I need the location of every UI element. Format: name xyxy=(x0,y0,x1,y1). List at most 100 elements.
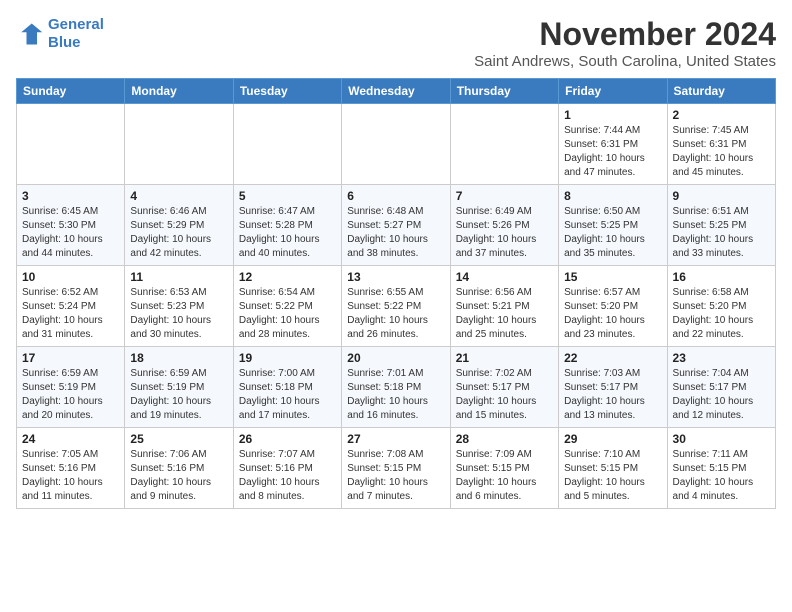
day-number: 1 xyxy=(564,108,661,122)
day-number: 26 xyxy=(239,432,336,446)
day-number: 4 xyxy=(130,189,227,203)
day-info: Sunrise: 7:04 AM Sunset: 5:17 PM Dayligh… xyxy=(673,367,770,423)
day-info: Sunrise: 6:57 AM Sunset: 5:20 PM Dayligh… xyxy=(564,286,661,342)
calendar-cell: 28 Sunrise: 7:09 AM Sunset: 5:15 PM Dayli… xyxy=(450,428,558,509)
day-number: 18 xyxy=(130,351,227,365)
weekday-header-thursday: Thursday xyxy=(450,79,558,104)
day-info: Sunrise: 7:44 AM Sunset: 6:31 PM Dayligh… xyxy=(564,124,661,180)
calendar-cell: 18 Sunrise: 6:59 AM Sunset: 5:19 PM Dayli… xyxy=(125,347,233,428)
calendar-cell: 10Sunrise: 6:52 AM Sunset: 5:24 PM Dayli… xyxy=(17,266,125,347)
day-info: Sunrise: 7:01 AM Sunset: 5:18 PM Dayligh… xyxy=(347,367,444,423)
weekday-header-tuesday: Tuesday xyxy=(233,79,341,104)
calendar-cell: 20 Sunrise: 7:01 AM Sunset: 5:18 PM Dayli… xyxy=(342,347,450,428)
day-number: 20 xyxy=(347,351,444,365)
calendar-cell: 27 Sunrise: 7:08 AM Sunset: 5:15 PM Dayli… xyxy=(342,428,450,509)
day-number: 22 xyxy=(564,351,661,365)
calendar-cell: 19 Sunrise: 7:00 AM Sunset: 5:18 PM Dayli… xyxy=(233,347,341,428)
month-title: November 2024 xyxy=(474,16,776,53)
day-number: 13 xyxy=(347,270,444,284)
calendar-cell: 6Sunrise: 6:48 AM Sunset: 5:27 PM Daylig… xyxy=(342,185,450,266)
calendar-cell: 9 Sunrise: 6:51 AM Sunset: 5:25 PM Daylig… xyxy=(667,185,775,266)
calendar-cell: 16 Sunrise: 6:58 AM Sunset: 5:20 PM Dayli… xyxy=(667,266,775,347)
calendar-cell: 5 Sunrise: 6:47 AM Sunset: 5:28 PM Daylig… xyxy=(233,185,341,266)
calendar-cell: 1 Sunrise: 7:44 AM Sunset: 6:31 PM Daylig… xyxy=(559,104,667,185)
logo-text: General Blue xyxy=(48,16,104,52)
calendar-cell: 11Sunrise: 6:53 AM Sunset: 5:23 PM Dayli… xyxy=(125,266,233,347)
day-info: Sunrise: 6:47 AM Sunset: 5:28 PM Dayligh… xyxy=(239,205,336,261)
day-number: 9 xyxy=(673,189,770,203)
day-info: Sunrise: 6:45 AM Sunset: 5:30 PM Dayligh… xyxy=(22,205,119,261)
day-number: 21 xyxy=(456,351,553,365)
day-number: 19 xyxy=(239,351,336,365)
day-info: Sunrise: 7:11 AM Sunset: 5:15 PM Dayligh… xyxy=(673,448,770,504)
week-row-2: 3Sunrise: 6:45 AM Sunset: 5:30 PM Daylig… xyxy=(17,185,776,266)
day-number: 14 xyxy=(456,270,553,284)
calendar-cell: 29 Sunrise: 7:10 AM Sunset: 5:15 PM Dayli… xyxy=(559,428,667,509)
calendar-cell xyxy=(233,104,341,185)
calendar-cell xyxy=(17,104,125,185)
day-number: 17 xyxy=(22,351,119,365)
calendar-cell: 21 Sunrise: 7:02 AM Sunset: 5:17 PM Dayli… xyxy=(450,347,558,428)
day-info: Sunrise: 6:50 AM Sunset: 5:25 PM Dayligh… xyxy=(564,205,661,261)
week-row-1: 1 Sunrise: 7:44 AM Sunset: 6:31 PM Daylig… xyxy=(17,104,776,185)
day-number: 5 xyxy=(239,189,336,203)
day-number: 24 xyxy=(22,432,119,446)
week-row-5: 24 Sunrise: 7:05 AM Sunset: 5:16 PM Dayli… xyxy=(17,428,776,509)
calendar-cell: 3Sunrise: 6:45 AM Sunset: 5:30 PM Daylig… xyxy=(17,185,125,266)
day-number: 27 xyxy=(347,432,444,446)
weekday-header-monday: Monday xyxy=(125,79,233,104)
calendar-table: SundayMondayTuesdayWednesdayThursdayFrid… xyxy=(16,78,776,509)
calendar-cell: 24 Sunrise: 7:05 AM Sunset: 5:16 PM Dayli… xyxy=(17,428,125,509)
day-info: Sunrise: 7:45 AM Sunset: 6:31 PM Dayligh… xyxy=(673,124,770,180)
calendar-cell: 12Sunrise: 6:54 AM Sunset: 5:22 PM Dayli… xyxy=(233,266,341,347)
weekday-header-row: SundayMondayTuesdayWednesdayThursdayFrid… xyxy=(17,79,776,104)
logo-blue: Blue xyxy=(48,34,81,51)
day-info: Sunrise: 7:07 AM Sunset: 5:16 PM Dayligh… xyxy=(239,448,336,504)
day-info: Sunrise: 6:59 AM Sunset: 5:19 PM Dayligh… xyxy=(130,367,227,423)
day-number: 29 xyxy=(564,432,661,446)
day-info: Sunrise: 7:03 AM Sunset: 5:17 PM Dayligh… xyxy=(564,367,661,423)
calendar-cell: 30 Sunrise: 7:11 AM Sunset: 5:15 PM Dayli… xyxy=(667,428,775,509)
calendar-cell: 23 Sunrise: 7:04 AM Sunset: 5:17 PM Dayli… xyxy=(667,347,775,428)
day-info: Sunrise: 7:08 AM Sunset: 5:15 PM Dayligh… xyxy=(347,448,444,504)
day-info: Sunrise: 6:58 AM Sunset: 5:20 PM Dayligh… xyxy=(673,286,770,342)
day-number: 15 xyxy=(564,270,661,284)
day-info: Sunrise: 6:59 AM Sunset: 5:19 PM Dayligh… xyxy=(22,367,119,423)
logo-general: General xyxy=(48,16,104,33)
calendar-cell: 4 Sunrise: 6:46 AM Sunset: 5:29 PM Daylig… xyxy=(125,185,233,266)
day-number: 28 xyxy=(456,432,553,446)
day-info: Sunrise: 6:48 AM Sunset: 5:27 PM Dayligh… xyxy=(347,205,444,261)
weekday-header-friday: Friday xyxy=(559,79,667,104)
calendar-cell xyxy=(125,104,233,185)
calendar-cell: 8Sunrise: 6:50 AM Sunset: 5:25 PM Daylig… xyxy=(559,185,667,266)
calendar-cell: 22 Sunrise: 7:03 AM Sunset: 5:17 PM Dayli… xyxy=(559,347,667,428)
weekday-header-saturday: Saturday xyxy=(667,79,775,104)
day-info: Sunrise: 7:10 AM Sunset: 5:15 PM Dayligh… xyxy=(564,448,661,504)
day-number: 23 xyxy=(673,351,770,365)
calendar-cell: 13 Sunrise: 6:55 AM Sunset: 5:22 PM Dayli… xyxy=(342,266,450,347)
day-number: 12 xyxy=(239,270,336,284)
calendar-cell: 26 Sunrise: 7:07 AM Sunset: 5:16 PM Dayli… xyxy=(233,428,341,509)
calendar-cell: 2Sunrise: 7:45 AM Sunset: 6:31 PM Daylig… xyxy=(667,104,775,185)
weekday-header-wednesday: Wednesday xyxy=(342,79,450,104)
day-number: 16 xyxy=(673,270,770,284)
calendar-cell: 14Sunrise: 6:56 AM Sunset: 5:21 PM Dayli… xyxy=(450,266,558,347)
day-info: Sunrise: 6:52 AM Sunset: 5:24 PM Dayligh… xyxy=(22,286,119,342)
day-info: Sunrise: 7:02 AM Sunset: 5:17 PM Dayligh… xyxy=(456,367,553,423)
day-info: Sunrise: 6:46 AM Sunset: 5:29 PM Dayligh… xyxy=(130,205,227,261)
calendar-cell xyxy=(450,104,558,185)
logo-icon xyxy=(16,20,44,48)
location-subtitle: Saint Andrews, South Carolina, United St… xyxy=(474,53,776,70)
day-info: Sunrise: 6:51 AM Sunset: 5:25 PM Dayligh… xyxy=(673,205,770,261)
day-info: Sunrise: 6:55 AM Sunset: 5:22 PM Dayligh… xyxy=(347,286,444,342)
day-info: Sunrise: 6:49 AM Sunset: 5:26 PM Dayligh… xyxy=(456,205,553,261)
day-number: 7 xyxy=(456,189,553,203)
day-info: Sunrise: 7:05 AM Sunset: 5:16 PM Dayligh… xyxy=(22,448,119,504)
day-number: 30 xyxy=(673,432,770,446)
day-info: Sunrise: 7:00 AM Sunset: 5:18 PM Dayligh… xyxy=(239,367,336,423)
title-area: November 2024 Saint Andrews, South Carol… xyxy=(474,16,776,70)
week-row-4: 17 Sunrise: 6:59 AM Sunset: 5:19 PM Dayli… xyxy=(17,347,776,428)
day-info: Sunrise: 7:09 AM Sunset: 5:15 PM Dayligh… xyxy=(456,448,553,504)
day-info: Sunrise: 7:06 AM Sunset: 5:16 PM Dayligh… xyxy=(130,448,227,504)
logo: General Blue xyxy=(16,16,104,52)
